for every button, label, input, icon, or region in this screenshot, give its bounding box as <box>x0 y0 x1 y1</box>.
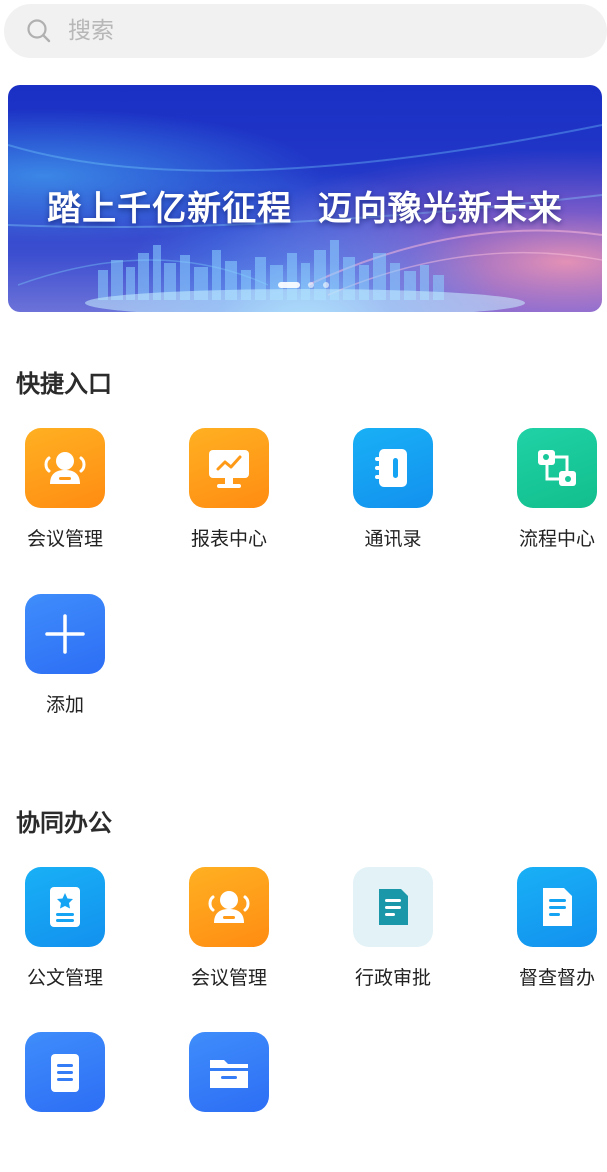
tile-label: 会议管理 <box>190 967 267 989</box>
meeting-people-icon <box>189 867 269 947</box>
collab-document-management[interactable]: 公文管理 <box>0 867 137 1007</box>
quick-entry-workflow-center[interactable]: 流程中心 <box>479 428 607 568</box>
approval-doc-icon <box>353 867 433 947</box>
workflow-icon <box>517 428 597 508</box>
tile-label: 会议管理 <box>26 528 103 550</box>
banner-slogan: 踏上千亿新征程 迈向豫光新未来 <box>47 189 563 229</box>
contacts-book-icon <box>353 428 433 508</box>
carousel-dot[interactable] <box>323 282 329 288</box>
document-badge-icon <box>25 867 105 947</box>
collab-item-6[interactable] <box>151 1032 301 1172</box>
tile-label: 督查督办 <box>518 967 595 989</box>
quick-entry-contacts[interactable]: 通讯录 <box>315 428 465 568</box>
collab-supervision[interactable]: 督查督办 <box>479 867 607 1007</box>
tile-label: 行政审批 <box>354 967 431 989</box>
tile-label: 公文管理 <box>26 967 103 989</box>
collab-item-5[interactable] <box>0 1032 137 1172</box>
tile-label: 添加 <box>45 694 84 716</box>
carousel-dot-active[interactable] <box>278 282 300 288</box>
quick-entry-add[interactable]: 添加 <box>0 594 137 734</box>
folder-icon <box>189 1032 269 1112</box>
tile-label: 通讯录 <box>364 528 422 550</box>
search-bar[interactable] <box>4 4 607 58</box>
supervision-doc-icon <box>517 867 597 947</box>
collab-administrative-approval[interactable]: 行政审批 <box>315 867 465 1007</box>
search-icon <box>26 18 52 44</box>
tile-label: 流程中心 <box>518 528 595 550</box>
section-title-collaboration: 协同办公 <box>16 809 112 837</box>
plus-icon <box>25 594 105 674</box>
meeting-people-icon <box>25 428 105 508</box>
banner-carousel[interactable]: 踏上千亿新征程 迈向豫光新未来 <box>8 85 602 312</box>
quick-entry-meeting-management[interactable]: 会议管理 <box>0 428 137 568</box>
carousel-dot[interactable] <box>308 282 314 288</box>
tile-label: 报表中心 <box>190 528 267 550</box>
document-list-icon <box>25 1032 105 1112</box>
collab-meeting-management[interactable]: 会议管理 <box>151 867 301 1007</box>
section-title-quick-entry: 快捷入口 <box>16 370 112 398</box>
quick-entry-report-center[interactable]: 报表中心 <box>151 428 301 568</box>
report-chart-icon <box>189 428 269 508</box>
search-input[interactable] <box>66 17 550 45</box>
